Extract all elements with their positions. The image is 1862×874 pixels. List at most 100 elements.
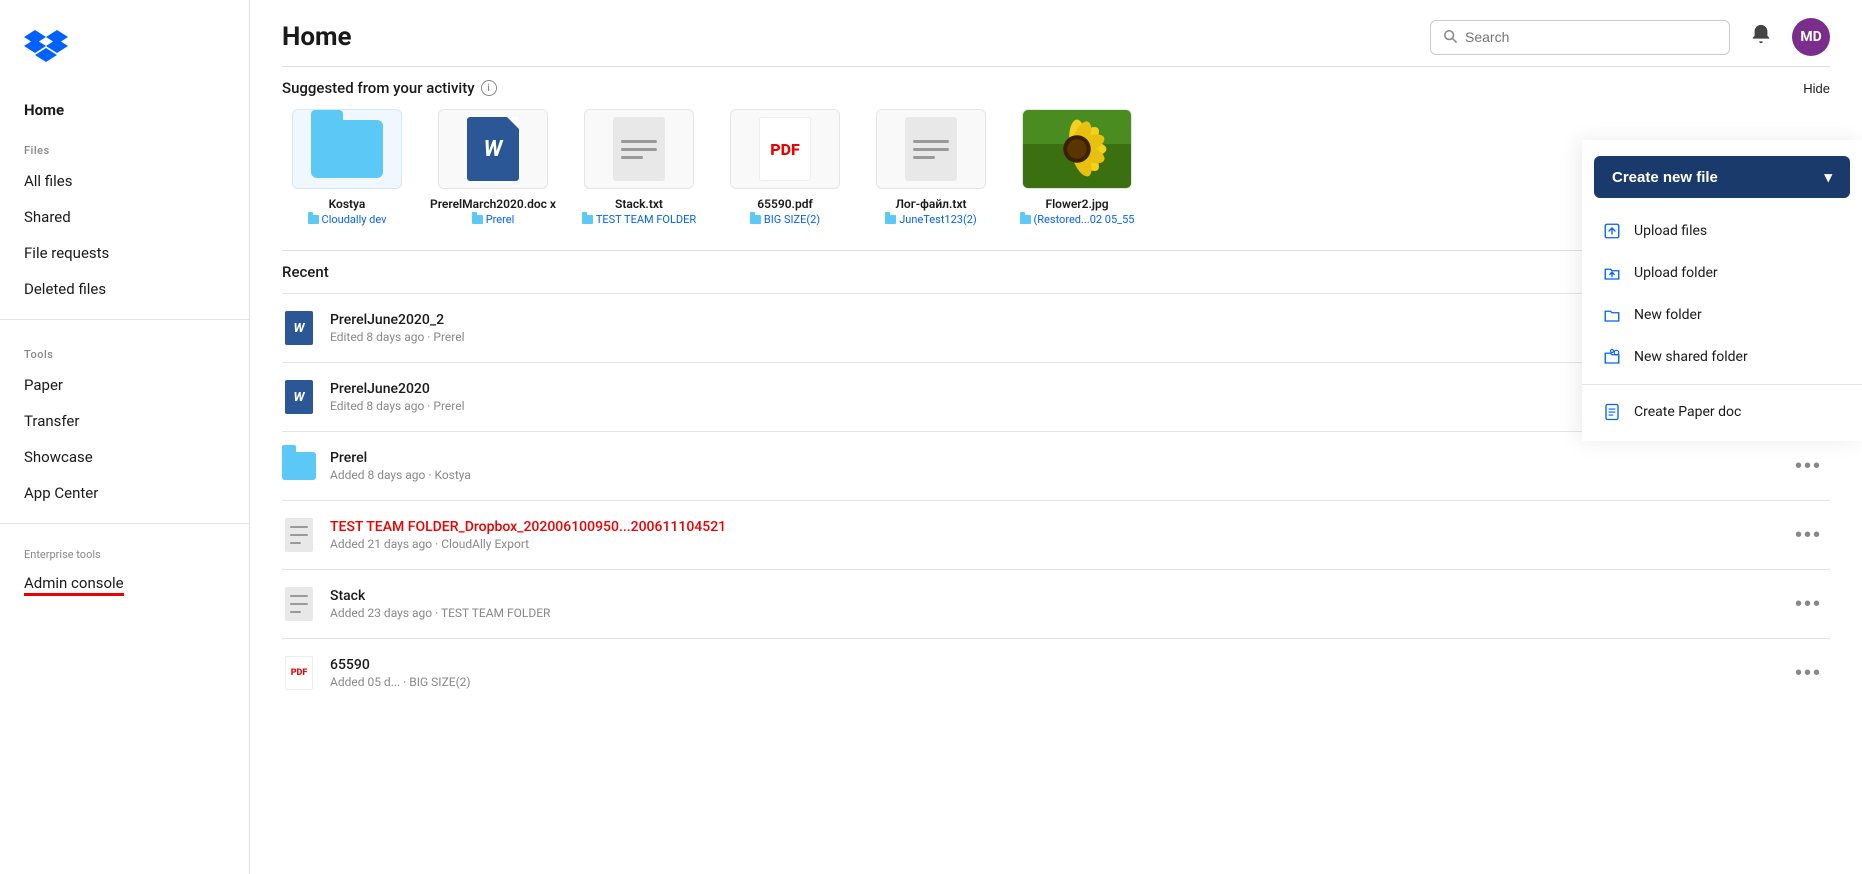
file-location: JuneTest123(2) <box>885 213 977 226</box>
upload-files-item[interactable]: Upload files <box>1582 210 1862 252</box>
create-paper-doc-item[interactable]: Create Paper doc <box>1582 391 1862 433</box>
suggested-hide-button[interactable]: Hide <box>1803 81 1830 96</box>
recent-item[interactable]: Prerel Added 8 days ago · Kostya ••• <box>282 431 1830 500</box>
recent-item-info: PrerelJune2020_2 Edited 8 days ago · Pre… <box>330 312 1773 344</box>
tools-section-label: Tools <box>0 332 249 367</box>
suggested-section-header: Suggested from your activity i Hide <box>282 66 1830 97</box>
txt-line <box>621 148 657 151</box>
file-location: TEST TEAM FOLDER <box>582 213 696 226</box>
recent-item-meta: Added 05 d... · BIG SIZE(2) <box>330 675 1773 689</box>
dropbox-logo-icon <box>24 28 68 64</box>
file-icon-container <box>1022 109 1132 189</box>
sidebar-item-app-center[interactable]: App Center <box>0 475 249 511</box>
recent-item-more-button[interactable]: ••• <box>1787 589 1830 620</box>
recent-item[interactable]: TEST TEAM FOLDER_Dropbox_202006100950...… <box>282 500 1830 569</box>
recent-item-name: PrerelJune2020_2 <box>330 312 1773 328</box>
recent-item-meta: Added 21 days ago · CloudAlly Export <box>330 537 1773 551</box>
avatar[interactable]: MD <box>1792 18 1830 56</box>
suggested-item-65590-pdf[interactable]: PDF 65590.pdf BIG SIZE(2) <box>720 109 850 226</box>
txt-icon <box>285 518 313 552</box>
sidebar-item-paper[interactable]: Paper <box>0 367 249 403</box>
chevron-down-icon: ▾ <box>1824 168 1832 186</box>
new-shared-folder-item[interactable]: New shared folder <box>1582 336 1862 378</box>
recent-item[interactable]: PDF 65590 Added 05 d... · BIG SIZE(2) ••… <box>282 638 1830 707</box>
image-thumbnail <box>1023 109 1131 189</box>
search-input[interactable] <box>1465 29 1717 45</box>
new-folder-item[interactable]: New folder <box>1582 294 1862 336</box>
file-icon-container <box>438 109 548 189</box>
recent-file-icon: W <box>282 308 316 348</box>
info-icon[interactable]: i <box>481 80 497 96</box>
file-icon-container <box>876 109 986 189</box>
sidebar-item-transfer[interactable]: Transfer <box>0 403 249 439</box>
paper-doc-icon <box>1602 402 1622 422</box>
recent-item-more-button[interactable]: ••• <box>1787 520 1830 551</box>
word-icon-corner <box>507 117 519 129</box>
sidebar-item-showcase[interactable]: Showcase <box>0 439 249 475</box>
word-icon <box>467 117 519 181</box>
sidebar-item-all-files[interactable]: All files <box>0 163 249 199</box>
sidebar-item-deleted-files[interactable]: Deleted files <box>0 271 249 307</box>
sidebar-logo <box>0 20 249 92</box>
new-folder-icon <box>1602 305 1622 325</box>
sidebar-item-admin-console[interactable]: Admin console <box>0 565 249 605</box>
file-location: Prerel <box>472 213 515 226</box>
txt-line <box>913 148 949 151</box>
recent-item-info: Stack Added 23 days ago · TEST TEAM FOLD… <box>330 588 1773 620</box>
suggested-item-flower2[interactable]: Flower2.jpg (Restored...02 05_55 <box>1012 109 1142 226</box>
recent-item-meta: Edited 8 days ago · Prerel <box>330 399 1773 413</box>
txt-icon <box>905 117 957 181</box>
file-location: (Restored...02 05_55 <box>1020 213 1135 226</box>
file-location: BIG SIZE(2) <box>750 213 820 226</box>
sidebar-item-file-requests[interactable]: File requests <box>0 235 249 271</box>
recent-file-icon: PDF <box>282 653 316 693</box>
folder-location-icon <box>750 215 761 224</box>
folder-location-icon <box>308 215 319 224</box>
file-icon-container: PDF <box>730 109 840 189</box>
txt-icon <box>613 117 665 181</box>
recent-item[interactable]: Stack Added 23 days ago · TEST TEAM FOLD… <box>282 569 1830 638</box>
suggested-item-kostya[interactable]: Kostya Cloudally dev <box>282 109 412 226</box>
recent-item-info: TEST TEAM FOLDER_Dropbox_202006100950...… <box>330 519 1773 551</box>
suggested-title: Suggested from your activity i <box>282 79 497 97</box>
dropdown-divider <box>1582 384 1862 385</box>
pdf-icon: PDF <box>285 656 313 690</box>
file-name: Лог-файл.txt <box>895 197 966 211</box>
folder-location-icon <box>1020 215 1031 224</box>
folder-location-icon <box>582 215 593 224</box>
suggested-item-stack-txt[interactable]: Stack.txt TEST TEAM FOLDER <box>574 109 704 226</box>
recent-file-icon <box>282 584 316 624</box>
sidebar-item-shared[interactable]: Shared <box>0 199 249 235</box>
txt-line-short <box>290 611 301 613</box>
search-icon <box>1443 28 1457 47</box>
sidebar: Home Files All files Shared File request… <box>0 0 250 874</box>
recent-item-more-button[interactable]: ••• <box>1787 451 1830 482</box>
new-shared-folder-icon <box>1602 347 1622 367</box>
txt-line <box>290 595 308 597</box>
recent-title: Recent <box>282 263 329 281</box>
folder-icon <box>311 120 383 178</box>
sidebar-item-home[interactable]: Home <box>0 92 249 128</box>
recent-item-name: Stack <box>330 588 1773 604</box>
txt-line <box>621 140 657 143</box>
word-icon: W <box>285 380 313 414</box>
file-name: Kostya <box>329 197 366 211</box>
txt-icon <box>285 587 313 621</box>
recent-item-more-button[interactable]: ••• <box>1787 658 1830 689</box>
recent-file-icon <box>282 515 316 555</box>
sidebar-divider-1 <box>0 319 249 320</box>
create-new-file-button[interactable]: Create new file ▾ <box>1594 156 1850 198</box>
word-icon: W <box>285 311 313 345</box>
txt-line <box>290 534 308 536</box>
suggested-item-log-file[interactable]: Лог-файл.txt JuneTest123(2) <box>866 109 996 226</box>
suggested-item-prerelemarch[interactable]: PrerelMarch2020.doc x Prerel <box>428 109 558 226</box>
sunflower-svg <box>1023 109 1131 189</box>
recent-file-icon: W <box>282 377 316 417</box>
notifications-button[interactable] <box>1746 19 1776 55</box>
search-box[interactable] <box>1430 20 1730 55</box>
create-dropdown-panel: Create new file ▾ Upload files Upload fo… <box>1582 140 1862 441</box>
page-header: Home MD <box>250 0 1862 66</box>
file-location: Cloudally dev <box>308 213 387 226</box>
upload-folder-item[interactable]: Upload folder <box>1582 252 1862 294</box>
recent-file-icon <box>282 446 316 486</box>
